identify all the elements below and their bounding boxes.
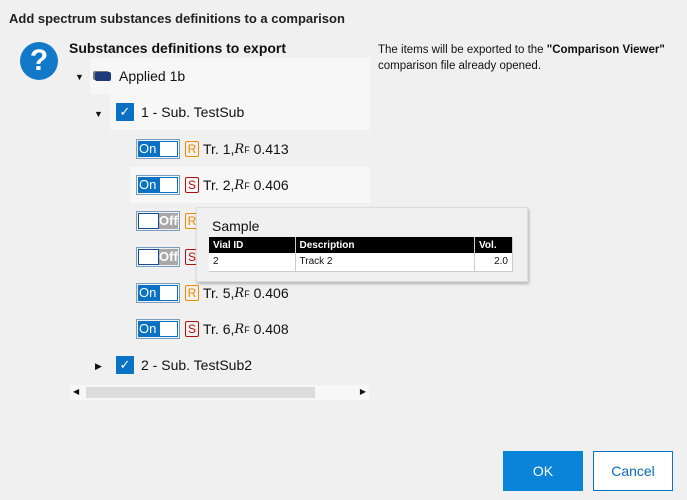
expand-arrow-icon[interactable]: ▼ bbox=[75, 72, 84, 82]
table-cell: Track 2 bbox=[295, 253, 475, 272]
rf-r: R bbox=[234, 321, 245, 337]
toggle-right bbox=[159, 285, 178, 301]
rf-value: 0.406 bbox=[249, 177, 289, 193]
column-header: Description bbox=[295, 237, 475, 253]
toggle-left: On bbox=[138, 285, 159, 301]
cancel-button[interactable]: Cancel bbox=[593, 451, 673, 491]
rf-symbol: RF bbox=[234, 142, 249, 157]
scroll-right-icon[interactable]: ▶ bbox=[360, 387, 366, 396]
tree-item-applied[interactable]: Applied 1b bbox=[90, 58, 370, 94]
scrollbar-thumb[interactable] bbox=[86, 387, 315, 398]
rf-symbol: RF bbox=[234, 322, 249, 337]
tree-item-substance-2[interactable]: ✓ 2 - Sub. TestSub2 bbox=[110, 347, 370, 383]
toggle-switch[interactable]: Off bbox=[136, 211, 180, 231]
toggle-switch[interactable]: On bbox=[136, 139, 180, 159]
tree-item-label: 1 - Sub. TestSub bbox=[141, 104, 245, 120]
toggle-left: On bbox=[138, 321, 159, 337]
rf-r: R bbox=[234, 141, 245, 157]
table-row: 2 Track 2 2.0 bbox=[209, 253, 513, 272]
reference-badge-icon: R bbox=[185, 141, 199, 157]
checkbox[interactable]: ✓ bbox=[116, 356, 134, 374]
toggle-right: Off bbox=[159, 213, 178, 229]
toggle-left: On bbox=[138, 141, 159, 157]
column-header: Vial ID bbox=[209, 237, 296, 253]
toggle-left bbox=[138, 249, 159, 265]
track-label: Tr. 6, bbox=[203, 321, 235, 337]
toggle-right bbox=[159, 141, 178, 157]
section-title: Substances definitions to export bbox=[69, 40, 287, 56]
toggle-right: Off bbox=[159, 249, 178, 265]
toggle-right bbox=[159, 177, 178, 193]
dialog-title: Add spectrum substances definitions to a… bbox=[9, 11, 345, 26]
scroll-left-icon[interactable]: ◀ bbox=[73, 387, 79, 396]
sample-badge-icon: S bbox=[185, 177, 199, 193]
toggle-left: On bbox=[138, 177, 159, 193]
tree-item-label: Applied 1b bbox=[119, 68, 186, 84]
tree-item-label: 2 - Sub. TestSub2 bbox=[141, 357, 253, 373]
track-label: Tr. 5, bbox=[203, 285, 235, 301]
toggle-switch[interactable]: On bbox=[136, 319, 180, 339]
info-target: "Comparison Viewer" bbox=[546, 44, 665, 56]
tooltip-title: Sample bbox=[212, 218, 260, 234]
expand-arrow-icon[interactable]: ▼ bbox=[94, 109, 103, 119]
rf-r: R bbox=[234, 177, 245, 193]
rf-r: R bbox=[234, 285, 245, 301]
sample-tooltip: Sample Vial ID Description Vol. 2 Track 2 2.… bbox=[196, 207, 528, 282]
rf-value: 0.413 bbox=[249, 141, 289, 157]
toggle-right bbox=[159, 321, 178, 337]
ok-button[interactable]: OK bbox=[503, 451, 583, 491]
tree-item-substance-1[interactable]: ✓ 1 - Sub. TestSub bbox=[110, 94, 370, 130]
plate-icon bbox=[95, 71, 111, 81]
collapse-arrow-icon[interactable]: ▶ bbox=[95, 361, 102, 372]
toggle-left bbox=[138, 213, 159, 229]
sample-badge-icon: S bbox=[185, 321, 199, 337]
info-prefix: The items will be exported to the bbox=[378, 44, 547, 56]
track-item[interactable]: On R Tr. 1, RF 0.413 bbox=[130, 131, 370, 167]
table-cell: 2.0 bbox=[474, 253, 513, 272]
toggle-switch[interactable]: On bbox=[136, 283, 180, 303]
track-item[interactable]: On S Tr. 6, RF 0.408 bbox=[130, 311, 370, 347]
info-suffix: comparison file already opened. bbox=[378, 60, 542, 72]
toggle-switch[interactable]: Off bbox=[136, 247, 180, 267]
rf-symbol: RF bbox=[234, 286, 249, 301]
track-item[interactable]: On S Tr. 2, RF 0.406 bbox=[130, 167, 370, 203]
question-icon: ? bbox=[20, 42, 58, 80]
sample-table: Vial ID Description Vol. 2 Track 2 2.0 bbox=[209, 237, 513, 272]
toggle-switch[interactable]: On bbox=[136, 175, 180, 195]
column-header: Vol. bbox=[474, 237, 513, 253]
rf-symbol: RF bbox=[234, 178, 249, 193]
rf-value: 0.406 bbox=[249, 285, 289, 301]
info-text: The items will be exported to the "Compa… bbox=[378, 42, 683, 74]
reference-badge-icon: R bbox=[185, 285, 199, 301]
checkbox[interactable]: ✓ bbox=[116, 103, 134, 121]
rf-value: 0.408 bbox=[249, 321, 289, 337]
track-label: Tr. 1, bbox=[203, 141, 235, 157]
table-cell: 2 bbox=[209, 253, 296, 272]
track-label: Tr. 2, bbox=[203, 177, 235, 193]
